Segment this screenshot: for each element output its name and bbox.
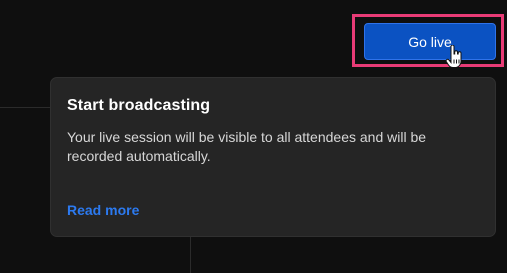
tooltip-description: Your live session will be visible to all… xyxy=(67,129,427,164)
read-more-link[interactable]: Read more xyxy=(67,202,139,218)
broadcast-tooltip: Start broadcasting Your live session wil… xyxy=(50,77,496,237)
background-divider-left xyxy=(0,107,53,108)
go-live-button[interactable]: Go live xyxy=(364,23,496,60)
background-divider-bottom xyxy=(190,237,191,273)
tooltip-title: Start broadcasting xyxy=(67,97,211,114)
